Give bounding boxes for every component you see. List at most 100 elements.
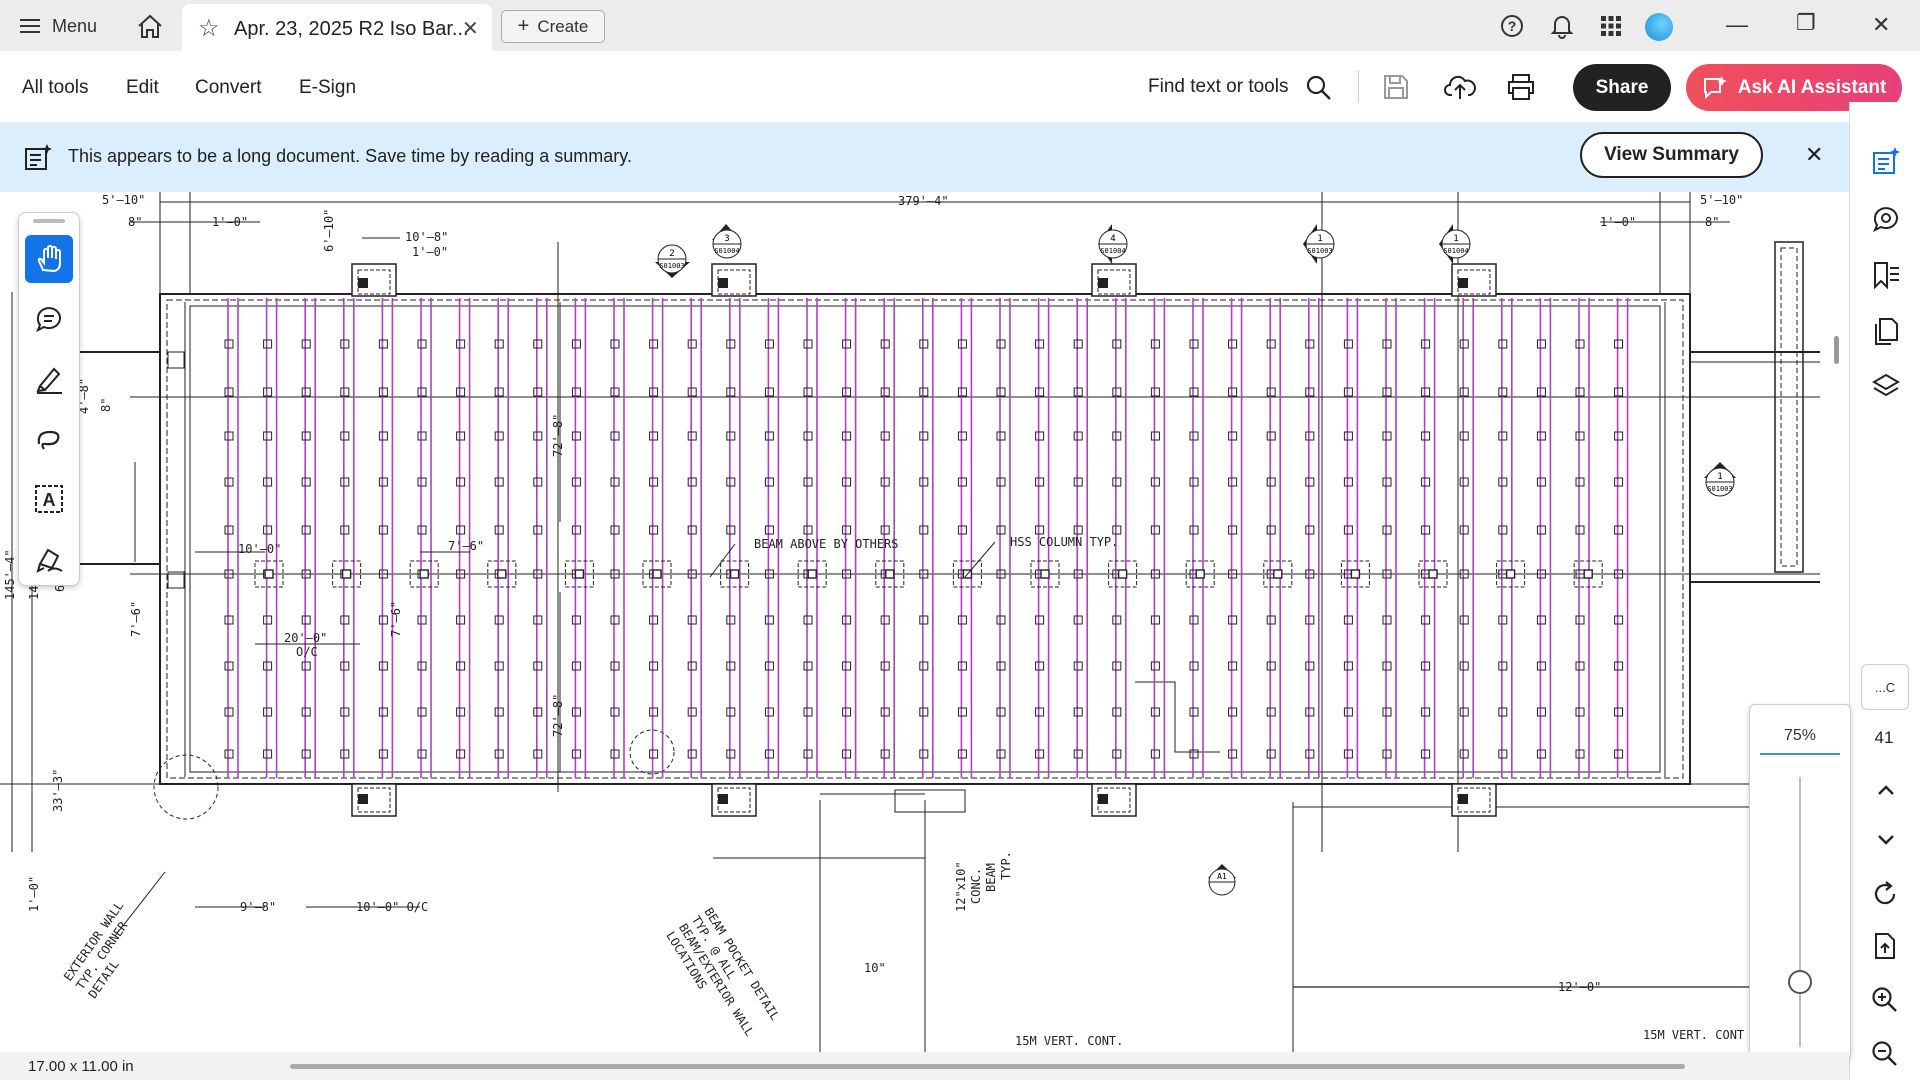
page-number[interactable]: 41 <box>1861 728 1907 748</box>
tie-marker <box>224 707 234 717</box>
comment-tool-button[interactable] <box>25 295 73 343</box>
tie-marker <box>1150 339 1160 349</box>
tie-marker <box>571 339 581 349</box>
create-button[interactable]: + Create <box>501 10 605 43</box>
view-summary-button[interactable]: View Summary <box>1580 132 1763 178</box>
tie-marker <box>1421 387 1431 397</box>
tie-marker <box>687 431 697 441</box>
hss-column-core <box>497 569 507 579</box>
menu-all-tools[interactable]: All tools <box>22 77 89 99</box>
vertical-scrollbar[interactable] <box>1834 336 1839 364</box>
share-button[interactable]: Share <box>1573 64 1671 111</box>
menu-convert[interactable]: Convert <box>195 77 262 99</box>
tie-marker <box>1382 431 1392 441</box>
hand-tool-button[interactable] <box>25 235 73 283</box>
tie-marker <box>1614 707 1624 717</box>
tie-marker <box>687 661 697 671</box>
restore-icon[interactable]: ❐ <box>1796 10 1816 36</box>
search-icon[interactable] <box>1306 75 1332 101</box>
cloud-upload-icon[interactable] <box>1444 73 1476 101</box>
tie-marker <box>880 339 890 349</box>
layers-icon[interactable] <box>1871 372 1901 402</box>
tie-marker <box>1498 477 1508 487</box>
zoom-slider-track[interactable] <box>1799 777 1801 1047</box>
page-thumbnail-label: ...C <box>1874 679 1896 695</box>
tie-marker <box>1343 387 1353 397</box>
tie-marker <box>957 339 967 349</box>
tie-marker <box>1189 661 1199 671</box>
menu-button[interactable]: Menu <box>20 13 97 39</box>
hss-column-core <box>1273 569 1283 579</box>
page-fit-icon[interactable] <box>1871 932 1899 960</box>
main-toolbar: All tools Edit Convert E-Sign Find text … <box>0 51 1920 123</box>
tie-marker <box>649 525 659 535</box>
tie-marker <box>1459 749 1469 759</box>
tie-marker <box>417 387 427 397</box>
comments-panel-icon[interactable] <box>1871 204 1901 234</box>
tie-marker <box>456 749 466 759</box>
document-tab[interactable]: ☆ Apr. 23, 2025 R2 Iso Bar... ✕ <box>182 4 492 51</box>
tie-marker <box>301 615 311 625</box>
tie-marker <box>996 387 1006 397</box>
tie-marker <box>996 661 1006 671</box>
bookmarks-icon[interactable] <box>1871 260 1901 290</box>
tie-marker <box>726 525 736 535</box>
tie-marker <box>1536 615 1546 625</box>
tie-marker <box>456 387 466 397</box>
tie-marker <box>842 339 852 349</box>
save-icon[interactable] <box>1383 74 1409 100</box>
tie-marker <box>1536 707 1546 717</box>
close-window-icon[interactable]: ✕ <box>1872 12 1890 38</box>
draw-tool-button[interactable] <box>25 415 73 463</box>
apps-grid-icon[interactable] <box>1600 15 1622 37</box>
avatar[interactable] <box>1645 13 1673 41</box>
help-icon[interactable]: ? <box>1500 14 1524 38</box>
tie-marker <box>456 707 466 717</box>
bell-icon[interactable] <box>1550 13 1574 39</box>
section-mark-1a: 1 S01003 <box>1303 224 1335 264</box>
chevron-up-icon[interactable] <box>1874 780 1898 800</box>
zoom-out-icon[interactable] <box>1871 1040 1899 1068</box>
tie-marker <box>996 339 1006 349</box>
tie-marker <box>649 615 659 625</box>
tie-marker <box>1035 749 1045 759</box>
home-icon[interactable] <box>136 13 164 39</box>
page-thumbnail-button[interactable]: ...C <box>1861 664 1909 710</box>
tie-marker <box>494 477 504 487</box>
tie-marker <box>378 661 388 671</box>
find-text-or-tools[interactable]: Find text or tools <box>1148 76 1288 98</box>
mark-1b-number: 1 <box>1453 234 1458 244</box>
horizontal-scrollbar[interactable] <box>290 1064 1685 1069</box>
tools-drag-handle[interactable] <box>33 219 65 223</box>
hss-column-core <box>419 569 429 579</box>
text-tool-button[interactable]: A <box>25 475 73 523</box>
minimize-icon[interactable]: — <box>1726 12 1748 38</box>
tie-marker <box>649 431 659 441</box>
tie-marker <box>1575 477 1585 487</box>
dimension-lines <box>11 201 1760 988</box>
menu-edit[interactable]: Edit <box>126 77 159 99</box>
zoom-in-icon[interactable] <box>1871 986 1899 1014</box>
ai-assistant-icon <box>1703 75 1727 99</box>
close-tab-icon[interactable]: ✕ <box>462 16 479 41</box>
chevron-down-icon[interactable] <box>1874 830 1898 850</box>
tie-marker <box>224 431 234 441</box>
zoom-value-input[interactable]: 75% <box>1760 727 1840 755</box>
menu-e-sign[interactable]: E-Sign <box>299 77 356 99</box>
ai-summary-icon[interactable] <box>1871 146 1901 176</box>
highlight-tool-button[interactable] <box>25 355 73 403</box>
tie-marker <box>263 661 273 671</box>
tie-marker <box>571 477 581 487</box>
rotate-icon[interactable] <box>1871 880 1899 908</box>
pages-thumbnails-icon[interactable] <box>1871 316 1901 346</box>
close-banner-icon[interactable]: ✕ <box>1805 142 1823 168</box>
document-drawing[interactable]: 5'–10" 8" 1'–0" 6'–10" 10'–8" 1'–0" 379'… <box>0 192 1849 1052</box>
zoom-slider-thumb[interactable] <box>1788 969 1812 994</box>
print-icon[interactable] <box>1506 73 1536 101</box>
star-icon[interactable]: ☆ <box>198 14 220 43</box>
conc-beam-typ: TYP. <box>999 851 1013 880</box>
tie-marker <box>1343 477 1353 487</box>
mark-4-ref: S01004 <box>1100 247 1125 255</box>
sign-tool-button[interactable] <box>25 535 73 583</box>
tie-marker <box>1073 387 1083 397</box>
